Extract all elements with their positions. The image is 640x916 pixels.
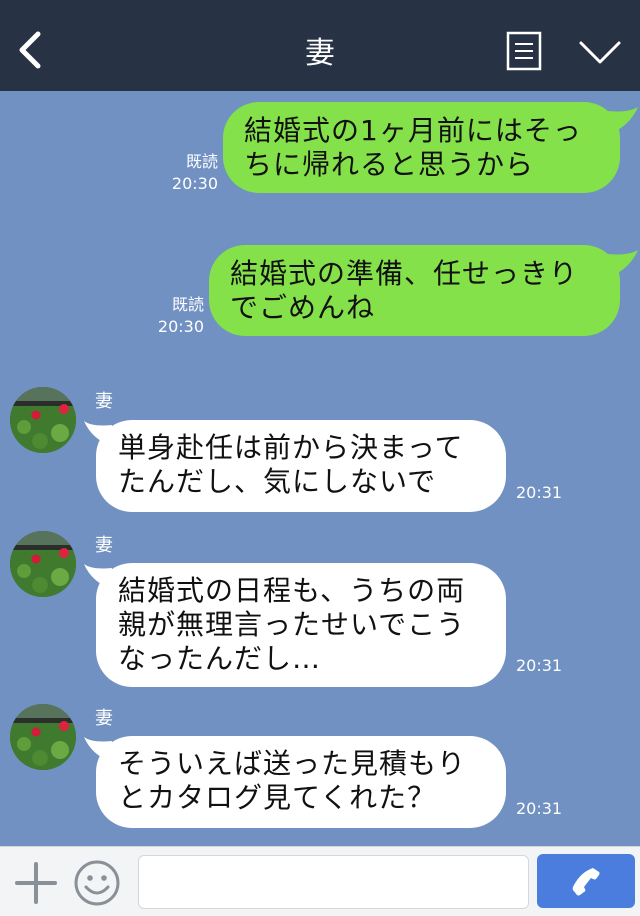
sender-name: 妻 — [95, 708, 113, 729]
chevron-down-icon[interactable] — [578, 38, 622, 68]
message-time: 20:31 — [516, 799, 563, 818]
list-menu-icon[interactable] — [506, 31, 542, 71]
call-button[interactable] — [537, 854, 635, 908]
avatar[interactable] — [10, 704, 76, 770]
sender-name: 妻 — [95, 535, 113, 556]
sender-name: 妻 — [95, 391, 113, 412]
message-time: 20:30 — [171, 174, 218, 193]
bubble-tail — [608, 250, 638, 276]
plus-icon[interactable] — [14, 861, 58, 905]
bubble-tail — [608, 107, 638, 133]
message-line: なったんだし… — [118, 642, 322, 675]
avatar[interactable] — [10, 531, 76, 597]
message-bubble-incoming[interactable]: そういえば送った見積もり とカタログ見てくれた？ — [96, 736, 506, 828]
message-line: 親が無理言ったせいでこう — [118, 608, 466, 641]
message-time: 20:31 — [516, 656, 563, 675]
message-time: 20:30 — [157, 317, 204, 336]
message-line: 結婚式の1ヶ月前にはそっ — [244, 114, 582, 147]
message-line: 単身赴任は前から決まって — [118, 431, 464, 464]
avatar[interactable] — [10, 387, 76, 453]
message-bubble-incoming[interactable]: 結婚式の日程も、うちの両 親が無理言ったせいでこう なったんだし… — [96, 563, 506, 687]
message-line: そういえば送った見積もり — [118, 747, 467, 780]
read-label: 既読 — [171, 295, 204, 314]
chat-area[interactable]: 既読 20:30 結婚式の1ヶ月前にはそっ ちに帰れると思うから 既読 20:3… — [0, 91, 640, 846]
read-receipt: 既読 20:30 — [160, 151, 218, 195]
message-bubble-outgoing[interactable]: 結婚式の準備、任せっきり でごめんね — [209, 245, 620, 336]
smiley-icon[interactable] — [73, 859, 121, 907]
read-receipt: 既読 20:30 — [146, 294, 204, 338]
message-line: でごめんね — [230, 291, 376, 324]
phone-icon — [572, 868, 600, 896]
chat-header: 妻 — [0, 0, 640, 91]
message-bubble-outgoing[interactable]: 結婚式の1ヶ月前にはそっ ちに帰れると思うから — [223, 102, 620, 193]
message-bubble-incoming[interactable]: 単身赴任は前から決まって たんだし、気にしないで — [96, 420, 506, 512]
message-line: 結婚式の準備、任せっきり — [230, 257, 579, 290]
message-composer — [0, 846, 640, 916]
read-label: 既読 — [185, 152, 218, 171]
message-time: 20:31 — [516, 483, 563, 502]
message-line: とカタログ見てくれた？ — [118, 781, 437, 814]
message-line: たんだし、気にしないで — [118, 465, 437, 498]
message-input[interactable] — [138, 855, 529, 909]
message-line: 結婚式の日程も、うちの両 — [118, 574, 466, 607]
chat-title: 妻 — [305, 36, 335, 71]
message-line: ちに帰れると思うから — [244, 148, 535, 181]
